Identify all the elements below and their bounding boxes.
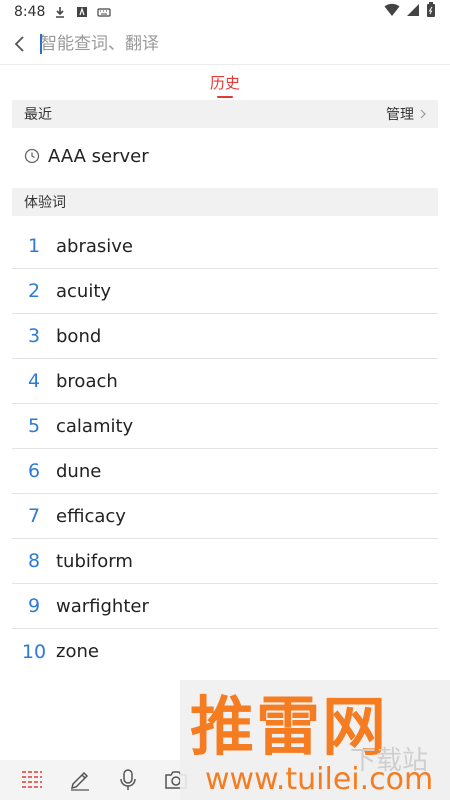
manage-label: 管理	[386, 107, 414, 123]
word-list-item[interactable]: 4 broach	[12, 359, 438, 404]
word-text: tubiform	[56, 550, 133, 572]
word-text: calamity	[56, 415, 134, 437]
word-list-item[interactable]: 3 bond	[12, 314, 438, 359]
tab-active-indicator	[216, 96, 233, 98]
word-text: efficacy	[56, 505, 126, 527]
keyboard-icon	[97, 5, 112, 19]
word-number: 4	[27, 370, 41, 392]
word-list-item[interactable]: 6 dune	[12, 449, 438, 494]
word-number: 9	[27, 595, 41, 617]
microphone-icon	[120, 769, 136, 790]
word-number: 1	[27, 235, 41, 257]
tab-history[interactable]: 历史	[210, 66, 240, 100]
battery-icon	[426, 2, 436, 22]
manage-button[interactable]: 管理	[386, 104, 426, 124]
word-list-item[interactable]: 7 efficacy	[12, 494, 438, 539]
word-list-item[interactable]: 1 abrasive	[12, 224, 438, 269]
text-cursor	[40, 34, 42, 54]
word-number: 7	[27, 505, 41, 527]
word-text: acuity	[56, 280, 112, 302]
wifi-icon	[384, 3, 400, 21]
word-text: broach	[56, 370, 118, 392]
recent-item-text: AAA server	[48, 145, 149, 167]
word-text: bond	[56, 325, 102, 347]
word-number: 6	[27, 460, 41, 482]
list-tool-button[interactable]	[8, 760, 56, 800]
trial-section-header: 体验词	[12, 188, 438, 216]
trial-word-list: 1 abrasive 2 acuity 3 bond 4 broach 5 calamit…	[12, 224, 438, 674]
download-icon	[53, 5, 67, 19]
handwrite-button[interactable]	[56, 760, 104, 800]
clock-icon	[24, 148, 40, 164]
word-text: warfighter	[56, 595, 149, 617]
status-time: 8:48	[14, 4, 46, 20]
recent-section-header: 最近 管理	[12, 100, 438, 128]
app-notification-icon	[75, 5, 89, 19]
word-number: 8	[27, 550, 41, 572]
word-text: dune	[56, 460, 102, 482]
voice-input-button[interactable]	[104, 760, 152, 800]
tab-bar: 历史	[0, 66, 450, 100]
status-right	[384, 2, 436, 22]
back-arrow-icon	[14, 36, 24, 52]
tab-history-label: 历史	[209, 74, 240, 92]
word-list-item[interactable]: 5 calamity	[12, 404, 438, 449]
watermark-url: www.tuilei.com	[205, 762, 434, 797]
status-left: 8:48	[14, 4, 112, 20]
word-number: 2	[27, 280, 41, 302]
status-bar: 8:48	[0, 0, 450, 24]
word-number: 5	[27, 415, 41, 437]
word-number: 3	[27, 325, 41, 347]
word-list-item[interactable]: 2 acuity	[12, 269, 438, 314]
search-bar	[0, 26, 450, 62]
list-icon	[22, 771, 42, 788]
pencil-icon	[70, 771, 89, 791]
word-list-item[interactable]: 9 warfighter	[12, 584, 438, 629]
chevron-right-icon	[420, 109, 426, 119]
recent-history-item[interactable]: AAA server	[12, 134, 438, 178]
word-list-item[interactable]: 10 zone	[12, 629, 438, 674]
recent-section-title: 最近	[24, 107, 52, 123]
header-divider	[0, 64, 450, 65]
word-text: abrasive	[56, 235, 133, 257]
word-text: zone	[56, 641, 99, 662]
word-number: 10	[21, 640, 47, 663]
trial-section-title: 体验词	[24, 195, 66, 211]
word-list-item[interactable]: 8 tubiform	[12, 539, 438, 584]
back-button[interactable]	[0, 26, 38, 62]
search-input[interactable]	[38, 26, 450, 62]
signal-icon	[406, 3, 420, 21]
